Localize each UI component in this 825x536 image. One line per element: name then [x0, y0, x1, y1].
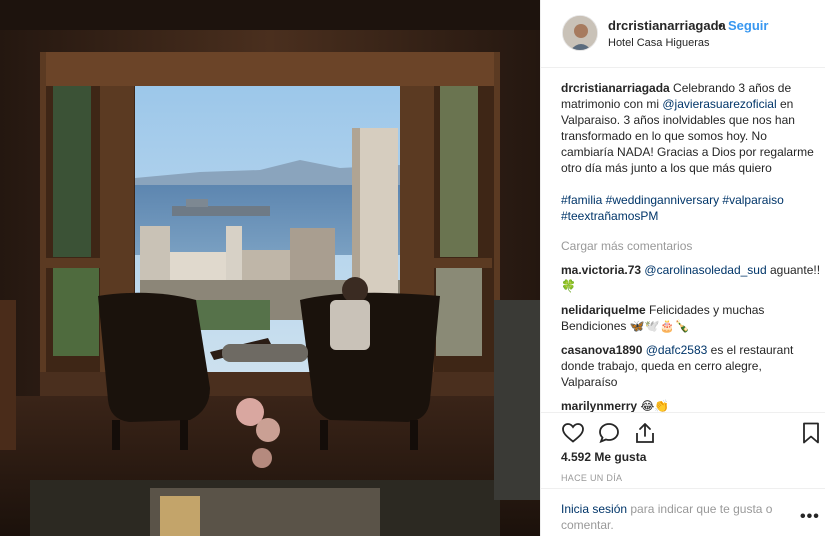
action-bar [541, 412, 825, 452]
comment-mention[interactable]: @carolinasoledad_sud [644, 263, 766, 277]
location-link[interactable]: Hotel Casa Higueras [608, 37, 710, 49]
comment-icon[interactable] [597, 421, 621, 445]
comment-item: nelidariquelme Felicidades y muchas Bend… [561, 302, 821, 334]
heart-icon[interactable] [561, 421, 585, 445]
comment-mention[interactable]: @dafc2583 [646, 343, 708, 357]
avatar-image [563, 16, 597, 50]
post-timestamp: HACE UN DÍA [561, 473, 623, 483]
post-image [0, 0, 540, 536]
comment-item: casanova1890 @dafc2583 es el restaurant … [561, 342, 821, 390]
login-link[interactable]: Inicia sesión [561, 502, 627, 516]
comment-username[interactable]: marilynmerry [561, 399, 637, 412]
comment-item: ma.victoria.73 @carolinasoledad_sud agua… [561, 262, 821, 294]
post-photo[interactable] [0, 0, 540, 536]
more-options-button[interactable]: ••• [800, 508, 820, 526]
caption-username[interactable]: drcristianarriagada [561, 81, 670, 95]
post-panel: drcristianarriagada • Seguir Hotel Casa … [540, 0, 825, 536]
comment-username[interactable]: ma.victoria.73 [561, 263, 641, 277]
comment-username[interactable]: nelidariquelme [561, 303, 646, 317]
share-icon[interactable] [633, 421, 657, 445]
login-bar: Inicia sesión para indicar que te gusta … [541, 488, 825, 536]
follow-button[interactable]: Seguir [728, 18, 768, 33]
load-more-comments-button[interactable]: Cargar más comentarios [561, 238, 821, 254]
bookmark-icon[interactable] [799, 421, 823, 445]
comment-text: 😂👏 [637, 399, 670, 412]
caption: drcristianarriagada Celebrando 3 años de… [561, 80, 821, 224]
caption-mention[interactable]: @javierasuarezoficial [662, 97, 776, 111]
post-username[interactable]: drcristianarriagada [608, 18, 726, 33]
comment-item: marilynmerry 😂👏 [561, 398, 821, 412]
separator-dot: • [718, 18, 723, 33]
post-header: drcristianarriagada • Seguir Hotel Casa … [541, 0, 825, 68]
comment-username[interactable]: casanova1890 [561, 343, 642, 357]
login-prompt: Inicia sesión para indicar que te gusta … [561, 501, 796, 533]
likes-count[interactable]: 4.592 Me gusta [561, 450, 646, 464]
avatar[interactable] [562, 15, 598, 51]
caption-hashtags[interactable]: #familia #weddinganniversary #valparaiso… [561, 193, 784, 223]
comments-section[interactable]: drcristianarriagada Celebrando 3 años de… [561, 80, 821, 412]
